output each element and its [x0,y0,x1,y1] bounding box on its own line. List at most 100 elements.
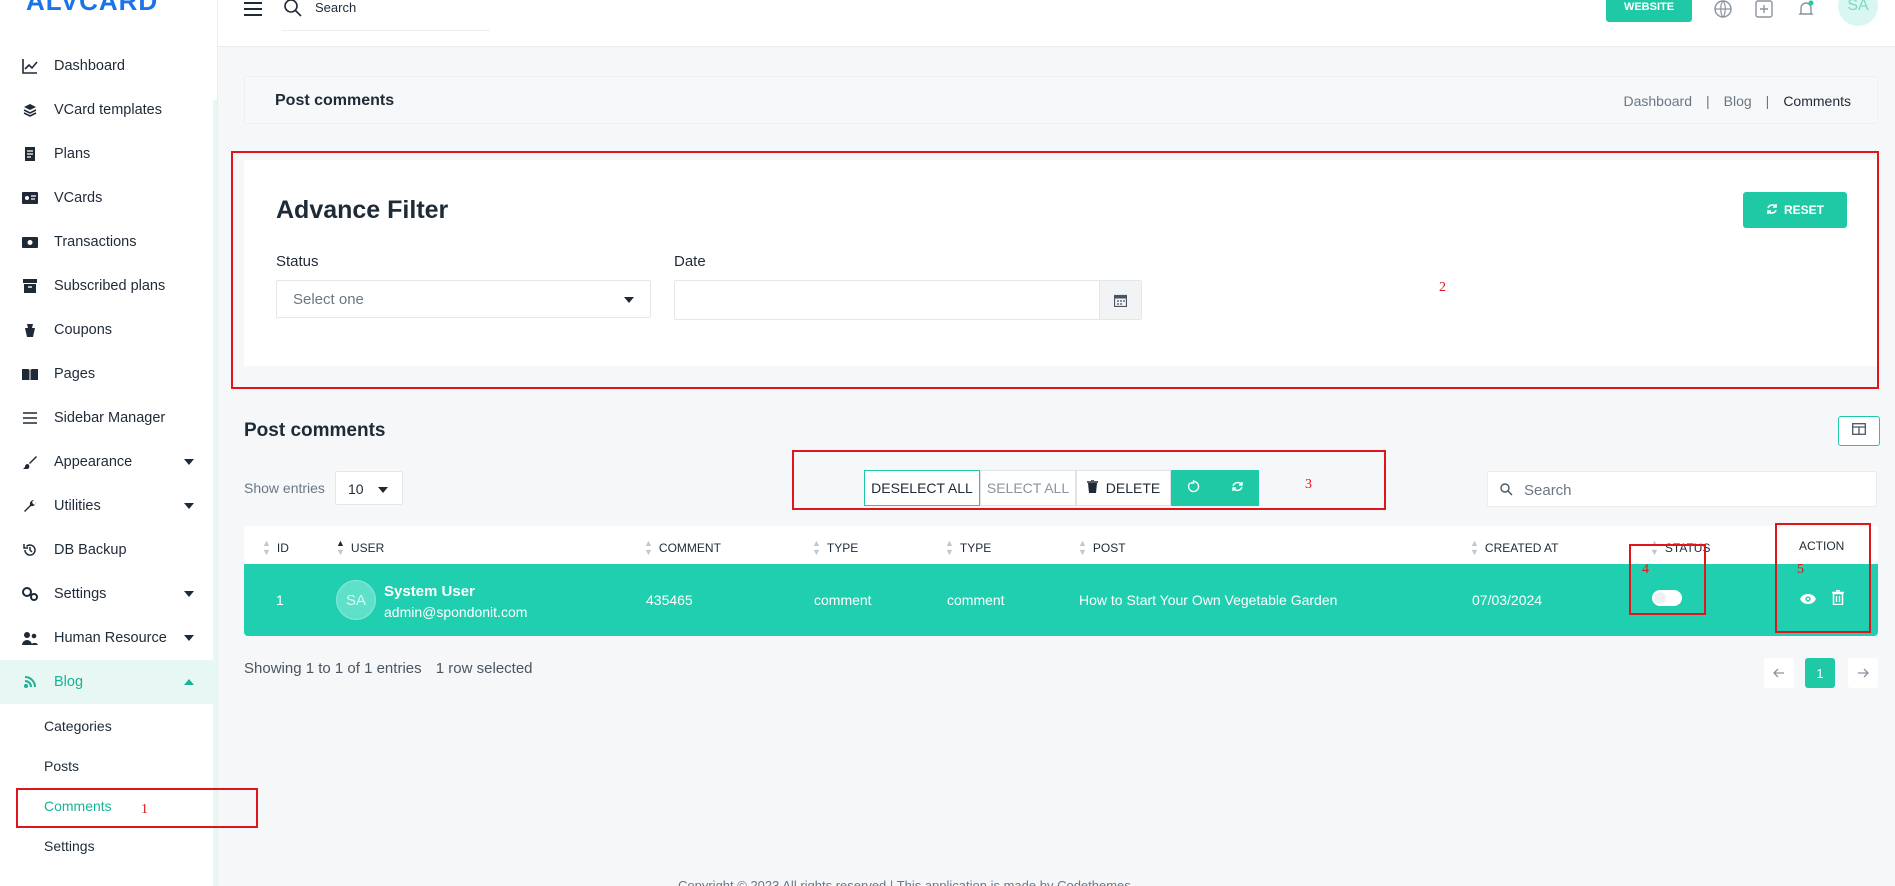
sidebar-item-blog[interactable]: Blog [0,660,214,704]
sidebar-item-pages[interactable]: Pages [0,352,214,396]
sidebar-item-db-backup[interactable]: DB Backup [0,528,214,572]
sidebar-item-dashboard[interactable]: Dashboard [0,44,214,88]
chevron-down-icon [184,591,194,597]
annotation-label-2: 2 [1439,280,1446,295]
sidebar-item-settings[interactable]: Settings [0,572,214,616]
table-title: Post comments [244,420,386,441]
sidebar-item-label: Human Resource [54,630,167,646]
sort-icon: ▲ ▼ [1470,538,1479,557]
annotation-box-1 [16,788,258,828]
page-button-1[interactable]: 1 [1805,658,1835,688]
breadcrumb: Dashboard | Blog | Comments [1624,93,1852,109]
arrow-right-icon [1857,666,1869,681]
sidebar: ALVCARD Dashboard VCard templates Plans … [0,0,218,886]
chevron-down-icon [184,459,194,465]
breadcrumb-separator: | [1706,93,1710,109]
search-icon [284,0,302,22]
search-icon [1500,483,1513,501]
sidebar-subitem-settings[interactable]: Settings [44,838,95,854]
cell-user-email: admin@spondonit.com [384,604,528,620]
column-created-at[interactable]: ▲ ▼ CREATED AT [1470,539,1559,557]
annotation-label-3: 3 [1305,477,1312,492]
sidebar-item-utilities[interactable]: Utilities [0,484,214,528]
sidebar-item-label: Sidebar Manager [54,410,166,426]
add-new-icon[interactable] [1753,0,1775,20]
app-logo[interactable]: ALVCARD [26,0,158,17]
chevron-up-icon [184,679,194,685]
sidebar-item-subscribed-plans[interactable]: Subscribed plans [0,264,214,308]
sidebar-item-label: Blog [54,674,84,690]
sidebar-item-label: Coupons [54,322,113,338]
breadcrumb-comments: Comments [1783,93,1851,109]
breadcrumb-blog[interactable]: Blog [1724,93,1752,109]
annotation-label-5: 5 [1797,562,1804,577]
table-search-input[interactable]: Search [1487,471,1877,507]
annotation-box-4 [1629,544,1706,615]
annotation-box-3 [792,450,1386,510]
search-underline [282,30,490,31]
chart-line-icon [20,56,40,76]
sidebar-item-vcard-templates[interactable]: VCard templates [0,88,214,132]
gears-icon [20,584,40,604]
cell-post: How to Start Your Own Vegetable Garden [1079,592,1338,608]
sidebar-item-transactions[interactable]: Transactions [0,220,214,264]
annotation-box-2 [231,151,1879,389]
sidebar-item-human-resource[interactable]: Human Resource [0,616,214,660]
sort-asc-icon: ▲ ▼ [336,538,345,557]
column-comment[interactable]: ▲ ▼ COMMENT [644,539,721,557]
columns-icon [1852,422,1866,440]
breadcrumb-separator: | [1765,93,1770,109]
sidebar-item-appearance[interactable]: Appearance [0,440,214,484]
column-visibility-button[interactable] [1838,416,1880,446]
globe-icon[interactable] [1712,0,1734,20]
page-header: Post comments Dashboard | Blog | Comment… [244,76,1878,124]
website-button[interactable]: WEBSITE [1606,0,1692,22]
sort-icon: ▲ ▼ [644,538,653,557]
breadcrumb-dashboard[interactable]: Dashboard [1624,93,1693,109]
bell-icon[interactable] [1795,0,1817,20]
blog-icon [20,672,40,692]
sidebar-item-label: VCard templates [54,102,162,118]
next-page-button[interactable] [1848,658,1878,688]
coupon-icon [20,320,40,340]
sidebar-item-label: Appearance [54,454,133,470]
topbar: Search WEBSITE SA [218,0,1895,47]
entries-info: Showing 1 to 1 of 1 entries [244,660,422,677]
sidebar-item-coupons[interactable]: Coupons [0,308,214,352]
sidebar-item-label: Plans [54,146,91,162]
prev-page-button[interactable] [1764,658,1794,688]
history-icon [20,540,40,560]
user-avatar[interactable]: SA [1838,0,1878,26]
top-search-input[interactable]: Search [315,0,356,15]
sidebar-item-plans[interactable]: Plans [0,132,214,176]
sidebar-subitem-categories[interactable]: Categories [44,718,112,734]
chevron-down-icon [378,487,388,493]
sidebar-item-label: Utilities [54,498,101,514]
sort-icon: ▲ ▼ [1078,538,1087,557]
page-title: Post comments [275,92,395,109]
column-type[interactable]: ▲ ▼ TYPE [812,539,858,557]
sidebar-item-sidebar-manager[interactable]: Sidebar Manager [0,396,214,440]
annotation-box-5 [1775,523,1871,633]
cell-type: comment [814,592,872,608]
cell-created-at: 07/03/2024 [1472,592,1543,608]
cell-user-name: System User [384,583,475,600]
sort-icon: ▲ ▼ [945,538,954,557]
entries-value: 10 [348,481,364,497]
entries-select[interactable]: 10 [335,471,403,505]
sidebar-subitem-posts[interactable]: Posts [44,758,79,774]
sidebar-item-label: Transactions [54,234,137,250]
money-icon [20,232,40,252]
sidebar-item-label: VCards [54,190,103,206]
annotation-label-1: 1 [141,802,148,817]
sort-icon: ▲ ▼ [812,538,821,557]
column-id[interactable]: ▲ ▼ ID [262,539,289,557]
column-type-2[interactable]: ▲ ▼ TYPE [945,539,991,557]
sidebar-item-label: Pages [54,366,96,382]
column-user[interactable]: ▲ ▼ USER [336,539,384,557]
brush-icon [20,452,40,472]
hamburger-menu-icon[interactable] [244,2,262,16]
arrow-left-icon [1773,666,1785,681]
sidebar-item-vcards[interactable]: VCards [0,176,214,220]
column-post[interactable]: ▲ ▼ POST [1078,539,1126,557]
